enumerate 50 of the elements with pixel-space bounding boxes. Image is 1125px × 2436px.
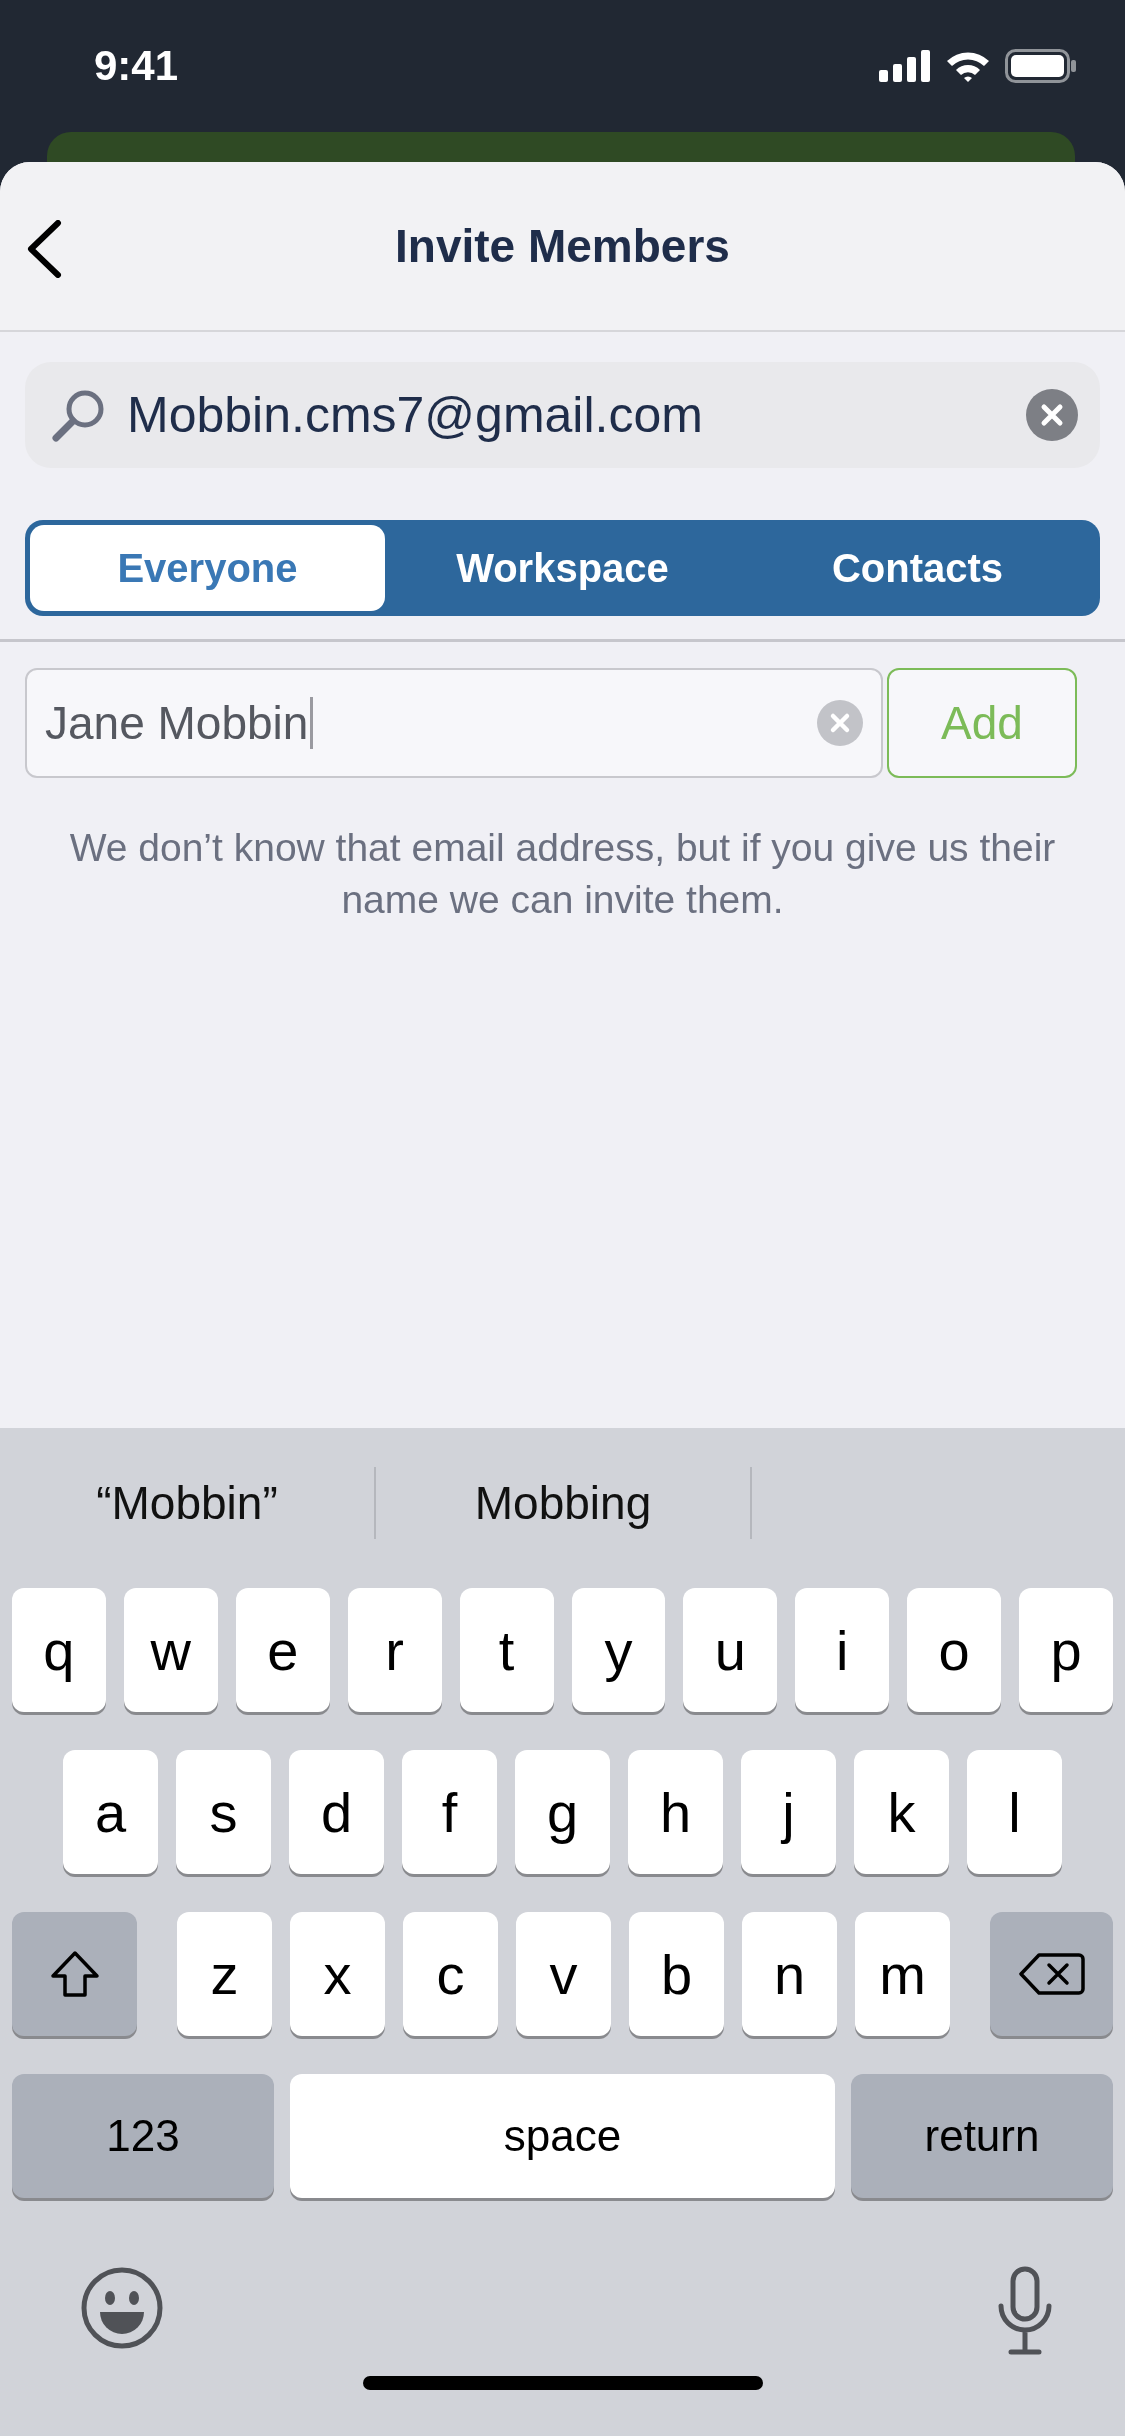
keyboard-key[interactable]: w: [123, 1588, 218, 1712]
backspace-icon: [1018, 1952, 1085, 1996]
keyboard-key[interactable]: m: [855, 1912, 950, 2036]
suggestion[interactable]: Mobbing: [376, 1476, 750, 1530]
keyboard-key[interactable]: v: [516, 1912, 611, 2036]
shift-key[interactable]: [12, 1912, 137, 2036]
text-cursor: [310, 697, 314, 749]
battery-icon: [1005, 49, 1077, 83]
keyboard-key[interactable]: k: [854, 1750, 949, 1874]
suggestion[interactable]: “Mobbin”: [0, 1476, 374, 1530]
keyboard-key[interactable]: s: [176, 1750, 271, 1874]
keyboard-key[interactable]: r: [347, 1588, 442, 1712]
segment-tab[interactable]: Contacts: [740, 525, 1095, 611]
clear-icon[interactable]: [1026, 389, 1078, 441]
keyboard-key[interactable]: y: [571, 1588, 666, 1712]
numbers-key[interactable]: 123: [12, 2074, 274, 2198]
space-key[interactable]: space: [290, 2074, 835, 2198]
search-field[interactable]: Mobbin.cms7@gmail.com: [25, 362, 1100, 468]
return-key[interactable]: return: [851, 2074, 1113, 2198]
keyboard-key[interactable]: n: [742, 1912, 837, 2036]
keyboard-key[interactable]: a: [63, 1750, 158, 1874]
keyboard-key[interactable]: i: [795, 1588, 890, 1712]
signal-icon: [879, 50, 931, 82]
hint-text: We don’t know that email address, but if you give us their name we can invite them.: [68, 825, 1057, 923]
wifi-icon: [945, 49, 991, 83]
delete-key[interactable]: [990, 1912, 1113, 2036]
keyboard-key[interactable]: o: [907, 1588, 1002, 1712]
keyboard-key[interactable]: l: [967, 1750, 1062, 1874]
shift-icon: [48, 1949, 101, 1999]
segment-tab[interactable]: Everyone: [30, 525, 385, 611]
keyboard-key[interactable]: q: [11, 1588, 106, 1712]
name-field[interactable]: Jane Mobbin: [25, 668, 883, 778]
keyboard-key[interactable]: b: [629, 1912, 724, 2036]
keyboard-key[interactable]: z: [177, 1912, 272, 2036]
status-time: 9:41: [94, 42, 179, 90]
screen-title: Invite Members: [395, 219, 730, 273]
keyboard-key[interactable]: x: [290, 1912, 385, 2036]
keyboard-key[interactable]: u: [683, 1588, 778, 1712]
keyboard-key[interactable]: j: [741, 1750, 836, 1874]
keyboard-key[interactable]: h: [628, 1750, 723, 1874]
keyboard-key[interactable]: f: [402, 1750, 497, 1874]
segment-tab[interactable]: Workspace: [385, 525, 740, 611]
keyboard-key[interactable]: t: [459, 1588, 554, 1712]
keyboard-key[interactable]: p: [1019, 1588, 1114, 1712]
keyboard-key[interactable]: e: [235, 1588, 330, 1712]
keyboard-key[interactable]: d: [289, 1750, 384, 1874]
keyboard-key[interactable]: g: [515, 1750, 610, 1874]
emoji-icon[interactable]: [80, 2266, 164, 2350]
back-icon[interactable]: [26, 220, 62, 278]
keyboard-key[interactable]: c: [403, 1912, 498, 2036]
